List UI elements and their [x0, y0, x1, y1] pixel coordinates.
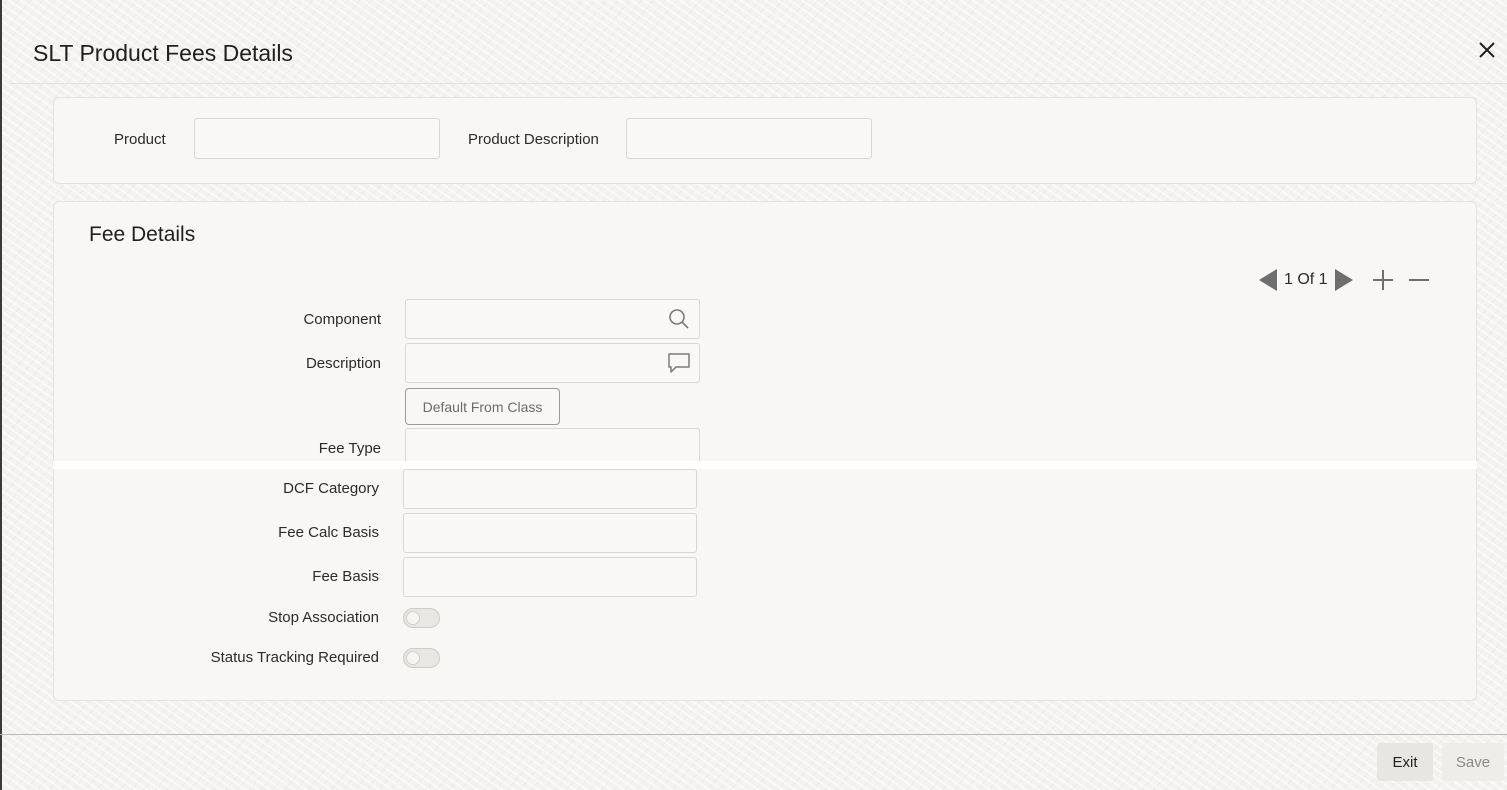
footer-divider: [0, 734, 1507, 735]
minus-icon: [1408, 279, 1429, 281]
delete-record-button[interactable]: [1408, 269, 1430, 291]
fee-basis-field[interactable]: [403, 557, 697, 597]
dcf-category-input[interactable]: [404, 470, 696, 508]
toggle-knob: [406, 611, 420, 625]
header-divider: [10, 83, 1507, 84]
add-record-button[interactable]: [1372, 269, 1394, 291]
next-record-button[interactable]: [1334, 268, 1354, 292]
product-label: Product: [114, 131, 166, 148]
fee-calc-basis-field[interactable]: [403, 513, 697, 553]
exit-button[interactable]: Exit: [1377, 743, 1433, 781]
description-field[interactable]: [405, 343, 700, 383]
close-button[interactable]: [1475, 40, 1499, 64]
component-field[interactable]: [405, 299, 700, 339]
fee-basis-input[interactable]: [404, 558, 696, 596]
description-input[interactable]: [406, 344, 699, 382]
dcf-category-label: DCF Category: [283, 480, 379, 497]
component-label: Component: [303, 311, 381, 328]
page-title: SLT Product Fees Details: [33, 40, 293, 66]
status-tracking-toggle[interactable]: [403, 648, 440, 668]
fee-details-title: Fee Details: [89, 223, 196, 246]
window-left-border: [0, 0, 2, 790]
record-pager: 1 Of 1: [1258, 268, 1430, 292]
product-input[interactable]: [195, 119, 439, 158]
scroll-divider: [53, 461, 1477, 469]
toggle-knob: [406, 651, 420, 665]
search-icon[interactable]: [667, 307, 691, 331]
description-label: Description: [305, 355, 381, 372]
dcf-category-field[interactable]: [403, 469, 697, 509]
next-triangle-icon: [1334, 269, 1353, 291]
product-header-panel: Product Product Description: [53, 97, 1477, 184]
stop-association-toggle[interactable]: [403, 608, 440, 628]
fee-type-input[interactable]: [406, 429, 699, 465]
stop-association-label: Stop Association: [268, 609, 379, 626]
save-button[interactable]: Save: [1442, 743, 1504, 781]
close-icon: [1478, 41, 1496, 64]
comment-icon[interactable]: [667, 351, 691, 375]
fee-basis-label: Fee Basis: [312, 568, 379, 585]
product-description-input[interactable]: [627, 119, 871, 158]
fee-calc-basis-input[interactable]: [404, 514, 696, 552]
status-tracking-label: Status Tracking Required: [210, 649, 379, 666]
component-input[interactable]: [406, 300, 699, 338]
prev-record-button[interactable]: [1258, 268, 1278, 292]
plus-icon: [1372, 270, 1393, 290]
prev-triangle-icon: [1259, 269, 1277, 291]
product-description-label: Product Description: [468, 131, 599, 148]
fee-type-label: Fee Type: [318, 440, 381, 457]
product-description-field[interactable]: [626, 118, 872, 159]
pager-text: 1 Of 1: [1284, 271, 1328, 288]
default-from-class-button[interactable]: Default From Class: [405, 388, 560, 425]
fee-calc-basis-label: Fee Calc Basis: [278, 524, 379, 541]
product-field[interactable]: [194, 118, 440, 159]
